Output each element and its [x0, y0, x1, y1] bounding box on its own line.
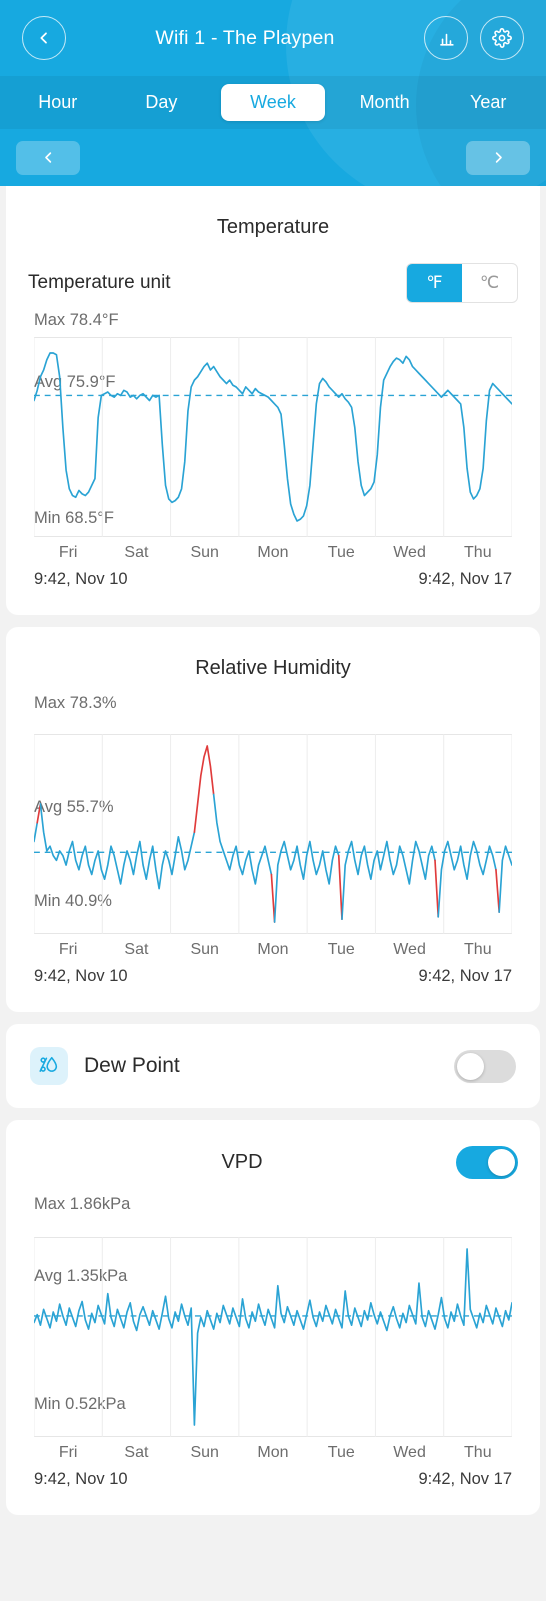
tick-tue: Tue — [327, 1444, 355, 1461]
humidity-range-end: 9:42, Nov 17 — [418, 967, 512, 985]
humidity-chart-wrap: Max 78.3% Avg 55.7% Min 40.9% — [6, 680, 540, 934]
range-tabs: Hour Day Week Month Year — [0, 76, 546, 129]
tick-sun: Sun — [190, 544, 219, 561]
previous-period-button[interactable] — [16, 140, 80, 175]
tab-hour[interactable]: Hour — [6, 84, 110, 121]
humidity-x-axis: Fri Sat Sun Mon Tue Wed Thu — [34, 934, 512, 959]
tick-wed: Wed — [393, 544, 426, 561]
tick-fri: Fri — [58, 1444, 78, 1461]
chevron-left-icon — [40, 32, 47, 44]
tick-tue: Tue — [327, 544, 355, 561]
tab-week[interactable]: Week — [221, 84, 325, 121]
temperature-range-end: 9:42, Nov 17 — [418, 570, 512, 588]
humidity-range-start: 9:42, Nov 10 — [34, 967, 128, 985]
tick-thu: Thu — [464, 1444, 492, 1461]
vpd-range-end: 9:42, Nov 17 — [418, 1470, 512, 1488]
temperature-chart-wrap: Max 78.4°F Avg 75.9°F Min 68.5°F — [6, 311, 540, 537]
dew-drop-icon — [30, 1047, 68, 1085]
tick-sat: Sat — [124, 1444, 149, 1461]
settings-button[interactable] — [480, 16, 524, 60]
dew-point-label: Dew Point — [84, 1054, 180, 1077]
gear-icon — [492, 28, 512, 48]
tick-fri: Fri — [58, 941, 78, 958]
humidity-plot[interactable] — [34, 694, 512, 934]
vpd-x-axis: Fri Sat Sun Mon Tue Wed Thu — [34, 1437, 512, 1462]
chevron-right-icon — [495, 152, 502, 163]
toggle-knob — [457, 1052, 484, 1080]
tick-mon: Mon — [257, 544, 289, 561]
humidity-title: Relative Humidity — [195, 657, 351, 679]
top-bar: Wifi 1 - The Playpen — [0, 0, 546, 76]
period-pager — [0, 129, 546, 186]
vpd-chart-wrap: Max 1.86kPa Avg 1.35kPa Min 0.52kPa — [6, 1179, 540, 1437]
vpd-range-start: 9:42, Nov 10 — [34, 1470, 128, 1488]
temperature-unit-row: Temperature unit ℉ ℃ — [6, 239, 540, 311]
tick-tue: Tue — [327, 941, 355, 958]
temperature-unit-label: Temperature unit — [28, 272, 171, 293]
bar-chart-icon — [439, 33, 454, 46]
tick-sat: Sat — [124, 941, 149, 958]
temperature-unit-toggle: ℉ ℃ — [406, 263, 518, 303]
top-bar-actions — [424, 16, 524, 60]
vpd-plot[interactable] — [34, 1195, 512, 1437]
tick-wed: Wed — [393, 1444, 426, 1461]
tick-fri: Fri — [58, 544, 78, 561]
dew-point-row[interactable]: Dew Point — [6, 1024, 540, 1108]
temperature-card: Temperature Temperature unit ℉ ℃ Max 78.… — [6, 186, 540, 615]
tick-sat: Sat — [124, 544, 149, 561]
temperature-range-start: 9:42, Nov 10 — [34, 570, 128, 588]
app-header: Wifi 1 - The Playpen Hour Day Week Month… — [0, 0, 546, 186]
humidity-range-row: 9:42, Nov 10 9:42, Nov 17 — [34, 959, 512, 1012]
humidity-card: Relative Humidity Max 78.3% Avg 55.7% Mi… — [6, 627, 540, 1012]
chevron-left-icon — [44, 152, 51, 163]
back-button[interactable] — [22, 16, 66, 60]
tick-sun: Sun — [190, 941, 219, 958]
tick-thu: Thu — [464, 544, 492, 561]
vpd-range-row: 9:42, Nov 10 9:42, Nov 17 — [34, 1462, 512, 1515]
vpd-card: VPD Max 1.86kPa Avg 1.35kPa Min 0.52kPa … — [6, 1120, 540, 1515]
temperature-range-row: 9:42, Nov 10 9:42, Nov 17 — [34, 562, 512, 615]
dew-drop-glyph — [39, 1056, 58, 1072]
dew-point-toggle[interactable] — [454, 1049, 516, 1083]
next-period-button[interactable] — [466, 140, 530, 175]
vpd-toggle[interactable] — [456, 1146, 518, 1179]
tick-wed: Wed — [393, 941, 426, 958]
toggle-knob — [488, 1149, 515, 1176]
tab-day[interactable]: Day — [110, 84, 214, 121]
temperature-plot[interactable] — [34, 311, 512, 537]
temperature-x-axis: Fri Sat Sun Mon Tue Wed Thu — [34, 537, 512, 562]
temperature-title: Temperature — [216, 216, 330, 238]
unit-option-celsius[interactable]: ℃ — [462, 264, 517, 302]
unit-option-fahrenheit[interactable]: ℉ — [407, 264, 462, 302]
tick-mon: Mon — [257, 941, 289, 958]
tick-thu: Thu — [464, 941, 492, 958]
page-title: Wifi 1 - The Playpen — [155, 26, 335, 49]
tab-month[interactable]: Month — [333, 84, 437, 121]
tab-year[interactable]: Year — [436, 84, 540, 121]
chart-view-button[interactable] — [424, 16, 468, 60]
tick-mon: Mon — [257, 1444, 289, 1461]
vpd-header-row: VPD — [6, 1120, 540, 1179]
vpd-title: VPD — [221, 1151, 263, 1173]
tick-sun: Sun — [190, 1444, 219, 1461]
